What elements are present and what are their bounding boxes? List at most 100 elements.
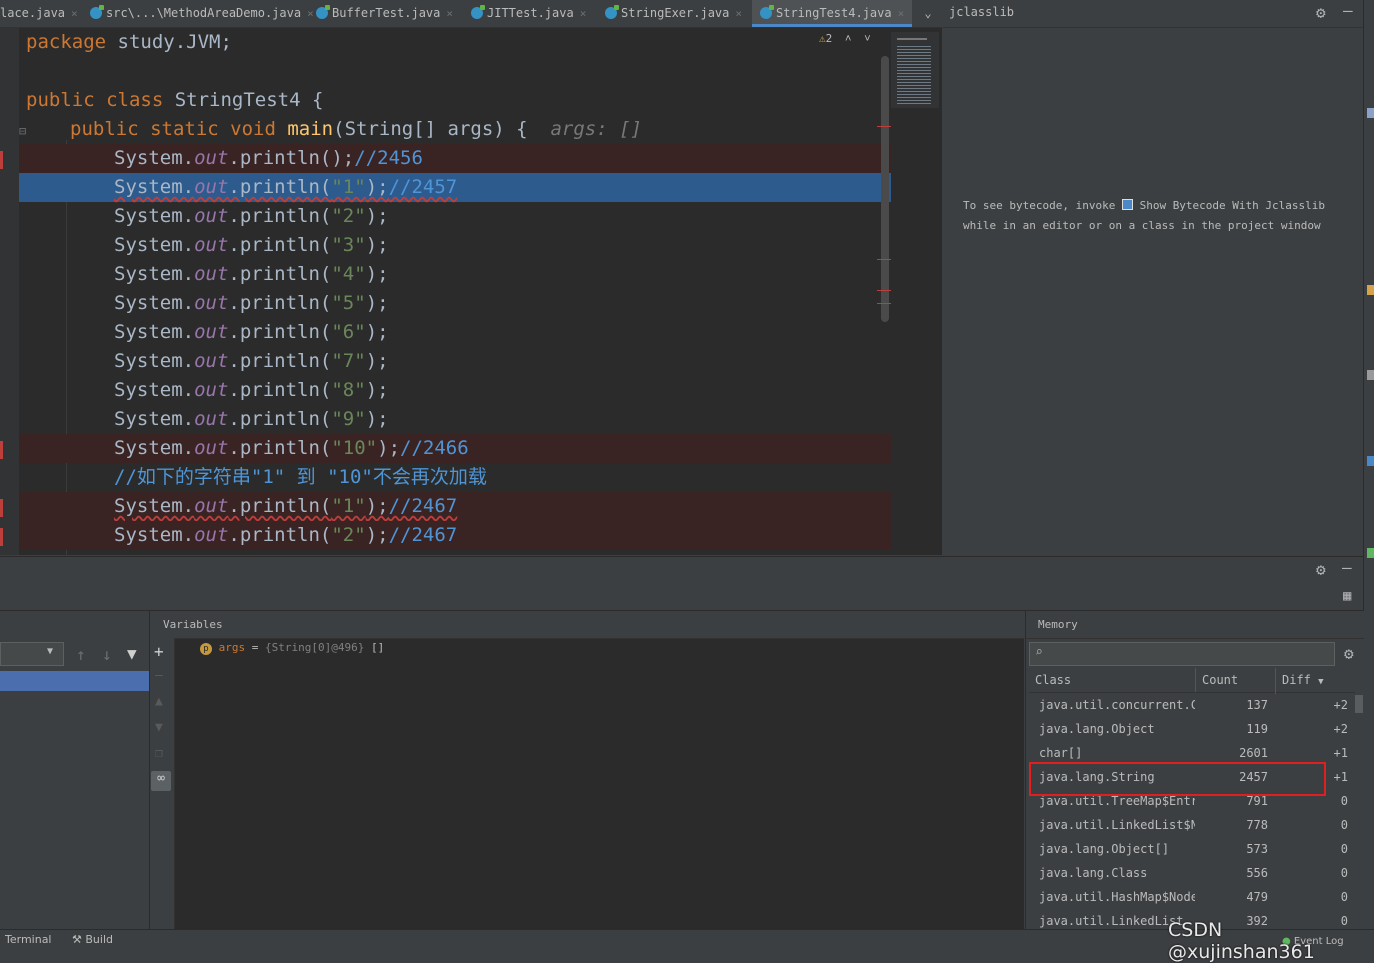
- selected-frame[interactable]: [0, 671, 149, 691]
- gear-icon[interactable]: ⚙: [1316, 560, 1326, 579]
- close-icon[interactable]: ×: [307, 7, 314, 20]
- warning-icon: ⚠: [819, 32, 826, 45]
- error-stripe[interactable]: [877, 290, 891, 291]
- memory-row[interactable]: java.util.LinkedList$N 778 0: [1026, 813, 1356, 837]
- tab-lace[interactable]: lace.java ×: [0, 0, 78, 27]
- instance-diff: 0: [1340, 842, 1348, 856]
- layout-icon[interactable]: ▦: [1343, 588, 1351, 604]
- thread-dropdown[interactable]: ▼: [0, 642, 64, 666]
- code-line-current: System.out.println("1");//2457: [19, 173, 891, 202]
- hammer-icon: ⚒: [72, 933, 82, 946]
- frames-panel: ▼ ↑ ↓ ▼: [0, 611, 150, 929]
- close-icon[interactable]: ×: [898, 7, 905, 20]
- build-tab[interactable]: ⚒ Build: [72, 933, 113, 946]
- gear-icon[interactable]: ⚙: [1316, 3, 1326, 22]
- tool-window-icon[interactable]: [1367, 548, 1374, 558]
- error-stripe[interactable]: [877, 126, 891, 127]
- class-icon: [760, 5, 774, 19]
- tab-methodareademo[interactable]: src\...\MethodAreaDemo.java ×: [90, 0, 314, 27]
- close-icon[interactable]: ×: [71, 7, 78, 20]
- gear-icon[interactable]: ⚙: [1344, 644, 1354, 663]
- glasses-icon[interactable]: ∞: [151, 771, 171, 791]
- tab-stringexer[interactable]: StringExer.java ×: [605, 0, 742, 27]
- move-down-icon[interactable]: ▼: [155, 720, 163, 735]
- tool-window-icon[interactable]: [1367, 285, 1374, 295]
- memory-search-input[interactable]: ⌕: [1029, 642, 1335, 666]
- memory-row[interactable]: java.util.concurrent.C 137 +2: [1026, 693, 1356, 717]
- scroll-thumb[interactable]: [881, 56, 889, 322]
- close-icon[interactable]: ×: [735, 7, 742, 20]
- close-icon[interactable]: ×: [446, 7, 453, 20]
- instance-count: 556: [1246, 866, 1268, 880]
- code-line: System.out.println("7");: [114, 350, 389, 372]
- arrow-up-icon[interactable]: ↑: [76, 645, 86, 664]
- memory-row[interactable]: java.util.HashMap$Node 479 0: [1026, 885, 1356, 909]
- copy-icon[interactable]: ❐: [155, 746, 163, 761]
- parameter-badge-icon: p: [200, 643, 212, 655]
- tool-window-icon[interactable]: [1367, 108, 1374, 118]
- tabs-overflow-chevron-icon[interactable]: ⌄: [918, 0, 938, 27]
- editor-scrollbar[interactable]: [877, 28, 942, 555]
- tab-jittest[interactable]: JITTest.java ×: [471, 0, 586, 27]
- code-line-breakpoint: System.out.println("1");//2467: [19, 492, 891, 521]
- terminal-tab[interactable]: Terminal: [5, 933, 52, 946]
- minimize-icon[interactable]: –: [1343, 1, 1353, 20]
- filter-icon[interactable]: ▼: [127, 644, 137, 663]
- code-editor[interactable]: ⊟ package study.JVM; public class String…: [19, 28, 891, 555]
- error-stripe[interactable]: [877, 259, 891, 260]
- memory-row[interactable]: java.lang.Class 556 0: [1026, 861, 1356, 885]
- error-stripe[interactable]: [877, 303, 891, 304]
- memory-table: java.util.concurrent.C 137 +2 java.lang.Obj…: [1026, 693, 1356, 929]
- code-line: System.out.println("6");: [114, 321, 389, 343]
- move-up-icon[interactable]: ▲: [155, 694, 163, 709]
- breakpoint-marker[interactable]: [0, 499, 3, 517]
- memory-row[interactable]: java.lang.Object 119 +2: [1026, 717, 1356, 741]
- variable-row[interactable]: p args = {String[0]@496} []: [200, 641, 384, 655]
- class-name: java.util.HashMap$Node: [1039, 890, 1195, 904]
- code-line-breakpoint: System.out.println("10");//2466: [19, 434, 891, 463]
- tool-window-icon[interactable]: [1367, 370, 1374, 380]
- column-class[interactable]: Class: [1035, 668, 1071, 692]
- jclasslib-tool-icon[interactable]: [1367, 456, 1374, 466]
- tab-stringtest4[interactable]: StringTest4.java ×: [752, 0, 913, 27]
- remove-watch-icon[interactable]: –: [155, 668, 163, 683]
- code-minimap[interactable]: [891, 32, 939, 108]
- scroll-thumb[interactable]: [1355, 695, 1363, 713]
- watermark: CSDN @xujinshan361: [1168, 919, 1315, 963]
- memory-title: Memory: [1038, 618, 1078, 631]
- instance-count: 573: [1246, 842, 1268, 856]
- code-line: package study.JVM;: [26, 31, 232, 53]
- breakpoint-marker[interactable]: [0, 151, 3, 169]
- instance-count: 778: [1246, 818, 1268, 832]
- close-icon[interactable]: ×: [580, 7, 587, 20]
- editor-gutter[interactable]: [0, 28, 19, 555]
- breakpoint-marker[interactable]: [0, 441, 3, 459]
- class-icon: [316, 5, 330, 19]
- breakpoint-marker[interactable]: [0, 528, 3, 546]
- arrow-down-icon[interactable]: ↓: [102, 645, 112, 664]
- class-icon: [90, 5, 104, 19]
- code-line: System.out.println("9");: [114, 408, 389, 430]
- chevron-down-icon: ▼: [47, 646, 54, 657]
- code-line: //如下的字符串"1" 到 "10"不会再次加载: [114, 466, 487, 488]
- instance-diff: 0: [1340, 818, 1348, 832]
- chevron-down-icon[interactable]: ˅: [864, 32, 871, 45]
- class-name: java.lang.Object: [1039, 722, 1155, 736]
- add-watch-icon[interactable]: +: [154, 642, 164, 661]
- column-diff[interactable]: Diff ▼: [1275, 668, 1324, 694]
- column-count[interactable]: Count: [1195, 668, 1238, 692]
- code-line: public static void main(String[] args) {…: [70, 118, 642, 140]
- jclasslib-icon: [1121, 199, 1133, 210]
- memory-row[interactable]: java.lang.Object[] 573 0: [1026, 837, 1356, 861]
- code-line: System.out.println("3");: [114, 234, 389, 256]
- inspection-widget[interactable]: ⚠2 ˄ ˅: [819, 32, 871, 46]
- highlight-box: [1029, 762, 1326, 796]
- code-line: System.out.println("5");: [114, 292, 389, 314]
- tab-buffertest[interactable]: BufferTest.java ×: [316, 0, 453, 27]
- debug-panel-header: ⚙ –: [0, 556, 1363, 585]
- jclasslib-header: jclasslib ⚙ –: [943, 0, 1363, 28]
- minimize-icon[interactable]: –: [1342, 558, 1352, 577]
- search-icon: ⌕: [1035, 645, 1043, 660]
- chevron-up-icon[interactable]: ˄: [845, 32, 852, 45]
- variables-panel: [150, 611, 1024, 929]
